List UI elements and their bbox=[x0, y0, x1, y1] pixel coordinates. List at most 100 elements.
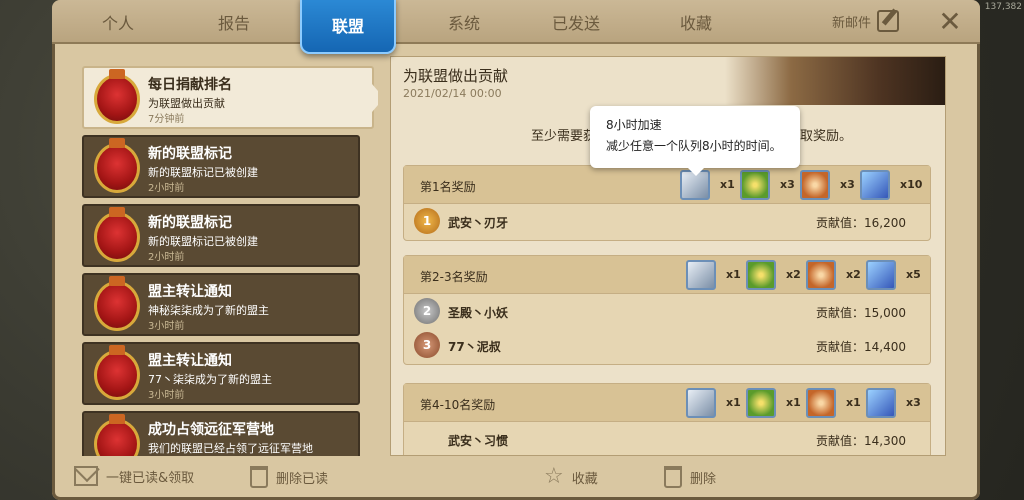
item-qty: x2 bbox=[846, 268, 861, 281]
item-qty: x10 bbox=[900, 178, 923, 191]
contribution-score: 贡献值：16,200 bbox=[816, 216, 906, 230]
item-qty: x1 bbox=[786, 396, 801, 409]
mail-title: 每日捐献排名 bbox=[148, 77, 232, 93]
list-item[interactable]: 盟主转让通知 神秘柒柒成为了新的盟主 3小时前 bbox=[82, 273, 360, 336]
mail-subtitle: 新的联盟标记已被创建 bbox=[148, 166, 258, 179]
mail-time: 7分钟前 bbox=[148, 114, 185, 125]
item-qty: x5 bbox=[906, 268, 921, 281]
mail-time: 2小时前 bbox=[148, 252, 185, 263]
rank-row: 2 圣殿丶小妖 贡献值：15,000 bbox=[404, 294, 930, 328]
wood-icon[interactable] bbox=[806, 260, 836, 290]
player-name[interactable]: 武安丶刃牙 bbox=[448, 214, 508, 231]
mail-subtitle: 为联盟做出贡献 bbox=[148, 97, 225, 110]
tab-sent[interactable]: 已发送 bbox=[528, 0, 624, 44]
item-qty: x3 bbox=[840, 178, 855, 191]
contribution-score: 贡献值：15,000 bbox=[816, 306, 906, 320]
new-mail-label: 新邮件 bbox=[832, 15, 872, 31]
read-all-claim-button[interactable]: 一键已读&领取 bbox=[74, 466, 194, 486]
new-mail-button[interactable]: 新邮件 bbox=[832, 10, 900, 32]
tome-icon[interactable] bbox=[860, 170, 890, 200]
tab-personal[interactable]: 个人 bbox=[70, 0, 166, 44]
list-item[interactable]: 新的联盟标记 新的联盟标记已被创建 2小时前 bbox=[82, 204, 360, 267]
favorite-button[interactable]: ☆ 收藏 bbox=[544, 466, 598, 488]
detail-date: 2021/02/14 00:00 bbox=[403, 87, 502, 100]
speedup-icon[interactable] bbox=[686, 260, 716, 290]
mail-title: 新的联盟标记 bbox=[148, 146, 232, 162]
wood-icon[interactable] bbox=[800, 170, 830, 200]
mail-subtitle: 神秘柒柒成为了新的盟主 bbox=[148, 304, 269, 317]
reward-block-rank-1: 第1名奖励 x1 x3 x3 x10 1 武安丶刃牙 贡献值：16,200 bbox=[403, 165, 931, 241]
alliance-banner-icon bbox=[94, 69, 140, 124]
list-item[interactable]: 每日捐献排名 为联盟做出贡献 7分钟前 bbox=[82, 66, 378, 129]
mail-title: 盟主转让通知 bbox=[148, 284, 232, 300]
tome-icon[interactable] bbox=[866, 388, 896, 418]
tab-favorites[interactable]: 收藏 bbox=[648, 0, 744, 44]
pencil-icon bbox=[877, 10, 900, 32]
reward-block-rank-4-10: 第4-10名奖励 x1 x1 x1 x3 武安丶习惯 贡献值：14,300 bbox=[403, 383, 931, 455]
reward-header: 第2-3名奖励 x1 x2 x2 x5 bbox=[404, 256, 930, 294]
item-qty: x3 bbox=[906, 396, 921, 409]
contribution-score: 贡献值：14,300 bbox=[816, 434, 906, 448]
reward-header: 第1名奖励 x1 x3 x3 x10 bbox=[404, 166, 930, 204]
close-button[interactable]: ✕ bbox=[934, 6, 966, 38]
player-name[interactable]: 圣殿丶小妖 bbox=[448, 304, 508, 321]
mail-time: 3小时前 bbox=[148, 390, 185, 401]
mail-list: 每日捐献排名 为联盟做出贡献 7分钟前 新的联盟标记 新的联盟标记已被创建 2小… bbox=[82, 64, 378, 456]
player-name[interactable]: 武安丶习惯 bbox=[448, 432, 508, 449]
delete-read-button[interactable]: 删除已读 bbox=[250, 466, 328, 488]
tome-icon[interactable] bbox=[866, 260, 896, 290]
food-icon[interactable] bbox=[740, 170, 770, 200]
item-qty: x1 bbox=[726, 396, 741, 409]
item-qty: x1 bbox=[846, 396, 861, 409]
reward-label: 第1名奖励 bbox=[420, 180, 476, 194]
tab-system[interactable]: 系统 bbox=[416, 0, 512, 44]
player-name[interactable]: 77丶泥叔 bbox=[448, 338, 501, 355]
alliance-banner-icon bbox=[94, 138, 140, 193]
item-tooltip: 8小时加速 减少任意一个队列8小时的时间。 bbox=[590, 106, 800, 176]
list-item[interactable]: 成功占领远征军营地 我们的联盟已经占领了远征军营地 bbox=[82, 411, 360, 456]
rank-row: 1 武安丶刃牙 贡献值：16,200 bbox=[404, 204, 930, 238]
alliance-banner-icon bbox=[94, 345, 140, 400]
reward-label: 第4-10名奖励 bbox=[420, 398, 496, 412]
mail-title: 新的联盟标记 bbox=[148, 215, 232, 231]
alliance-banner-icon bbox=[94, 207, 140, 262]
reward-header: 第4-10名奖励 x1 x1 x1 x3 bbox=[404, 384, 930, 422]
mail-title: 盟主转让通知 bbox=[148, 353, 232, 369]
mail-subtitle: 新的联盟标记已被创建 bbox=[148, 235, 258, 248]
food-icon[interactable] bbox=[746, 260, 776, 290]
mail-subtitle: 77丶柒柒成为了新的盟主 bbox=[148, 373, 272, 386]
reward-block-rank-2-3: 第2-3名奖励 x1 x2 x2 x5 2 圣殿丶小妖 贡献值：15,000 3… bbox=[403, 255, 931, 365]
tab-alliance[interactable]: 联盟 bbox=[300, 0, 396, 54]
reward-label: 第2-3名奖励 bbox=[420, 270, 488, 284]
mail-title: 成功占领远征军营地 bbox=[148, 422, 274, 438]
tab-bar: 个人 报告 联盟 系统 已发送 收藏 新邮件 ✕ bbox=[52, 0, 980, 54]
list-item[interactable]: 新的联盟标记 新的联盟标记已被创建 2小时前 bbox=[82, 135, 360, 198]
delete-read-label: 删除已读 bbox=[276, 471, 329, 487]
mail-subtitle: 我们的联盟已经占领了远征军营地 bbox=[148, 442, 313, 455]
item-qty: x3 bbox=[780, 178, 795, 191]
tab-reports[interactable]: 报告 bbox=[186, 0, 282, 44]
detail-title: 为联盟做出贡献 bbox=[403, 67, 509, 85]
coordinate-readout: 137,382 bbox=[984, 2, 1022, 12]
bronze-medal-icon: 3 bbox=[414, 332, 440, 358]
delete-button[interactable]: 删除 bbox=[664, 466, 716, 488]
delete-label: 删除 bbox=[690, 471, 717, 487]
envelope-icon bbox=[74, 466, 98, 486]
food-icon[interactable] bbox=[746, 388, 776, 418]
read-all-label: 一键已读&领取 bbox=[106, 470, 195, 486]
item-qty: x1 bbox=[726, 268, 741, 281]
wood-icon[interactable] bbox=[806, 388, 836, 418]
footer-bar: 一键已读&领取 删除已读 ☆ 收藏 删除 bbox=[52, 458, 980, 500]
speedup-icon[interactable] bbox=[686, 388, 716, 418]
notice-head: 至少需要获 bbox=[531, 129, 597, 144]
tooltip-description: 减少任意一个队列8小时的时间。 bbox=[606, 139, 782, 153]
trash-icon bbox=[250, 466, 268, 488]
rank-row: 3 77丶泥叔 贡献值：14,400 bbox=[404, 328, 930, 362]
item-qty: x2 bbox=[786, 268, 801, 281]
list-item[interactable]: 盟主转让通知 77丶柒柒成为了新的盟主 3小时前 bbox=[82, 342, 360, 405]
contribution-score: 贡献值：14,400 bbox=[816, 340, 906, 354]
header-banner-image bbox=[725, 57, 945, 105]
trash-icon bbox=[664, 466, 682, 488]
alliance-banner-icon bbox=[94, 276, 140, 331]
tooltip-title: 8小时加速 bbox=[606, 118, 662, 132]
